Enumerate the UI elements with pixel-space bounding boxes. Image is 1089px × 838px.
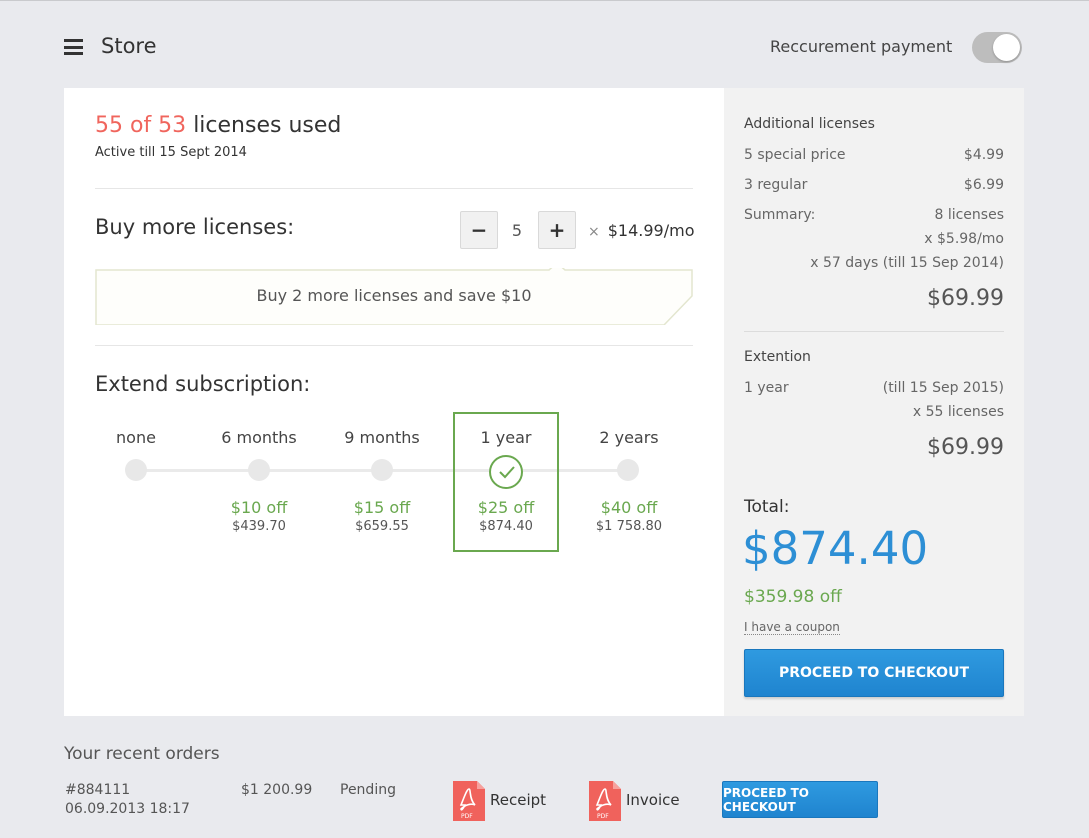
divider [95,345,693,346]
licenses-used-heading: 55 of 53 licenses used [95,113,341,138]
summary-days: x 57 days (till 15 Sep 2014) [810,255,1004,271]
summary-licenses: 8 licenses [934,207,1004,223]
pdf-tag: PDF [461,813,473,820]
summary-label: Summary: [744,207,816,223]
extension-total: $69.99 [927,435,1004,460]
proceed-to-checkout-button[interactable]: PROCEED TO CHECKOUT [744,649,1004,697]
extend-option-9-months[interactable]: 9 months [322,428,442,447]
regular-price-value: $6.99 [963,177,1004,193]
check-icon [489,455,523,489]
coupon-link[interactable]: I have a coupon [744,620,840,635]
special-price-label: 5 special price [744,147,846,163]
discount-1-year: $25 off [477,498,535,517]
extension-title: Extention [744,349,811,365]
total-discount: $359.98 off [744,587,842,607]
extend-option-6-months[interactable]: 6 months [199,428,319,447]
increment-button[interactable]: + [538,211,576,249]
pdf-icon[interactable]: PDF [589,781,621,821]
extension-licenses: x 55 licenses [912,404,1004,420]
unit-price-value: $14.99/mo [607,221,695,240]
page-title: Store [101,34,157,58]
extend-option-none[interactable]: none [76,428,196,447]
times-sign: × [588,224,600,240]
price-2-years: $1 758.80 [595,519,663,534]
recent-orders-title: Your recent orders [64,744,220,764]
price-9-months: $659.55 [355,519,409,534]
timeline-dot [125,459,147,481]
promo-callout: Buy 2 more licenses and save $10 [95,268,693,325]
licenses-used-count: 55 of 53 [95,113,187,138]
discount-9-months: $15 off [353,498,411,517]
receipt-link[interactable]: Receipt [490,791,546,809]
buy-more-title: Buy more licenses: [95,215,295,239]
timeline-dot [617,459,639,481]
invoice-link[interactable]: Invoice [626,791,680,809]
order-status: Pending [340,782,396,798]
special-price-value: $4.99 [963,147,1004,163]
order-checkout-button[interactable]: PROCEED TO CHECKOUT [722,781,878,818]
quantity-value: 5 [511,221,523,240]
recurrent-payment-label: Reccurement payment [770,37,953,56]
order-summary-panel: Additional licenses 5 special price $4.9… [724,88,1024,716]
pdf-tag: PDF [597,813,609,820]
extension-term: 1 year [744,380,789,396]
price-6-months: $439.70 [232,519,286,534]
extension-till: (till 15 Sep 2015) [882,380,1004,396]
extend-subscription-title: Extend subscription: [95,372,311,396]
summary-rate: x $5.98/mo [924,231,1004,247]
license-card: 55 of 53 licenses used Active till 15 Se… [64,88,724,716]
timeline-dot [248,459,270,481]
additional-licenses-title: Additional licenses [744,116,875,132]
toggle-knob [993,34,1020,61]
price-1-year: $874.40 [479,519,533,534]
additional-licenses-total: $69.99 [927,286,1004,311]
menu-icon[interactable] [64,39,83,55]
regular-price-label: 3 regular [744,177,808,193]
discount-6-months: $10 off [230,498,288,517]
total-label: Total: [744,497,790,517]
timeline-dot [371,459,393,481]
total-amount: $874.40 [742,522,929,575]
pdf-icon[interactable]: PDF [453,781,485,821]
order-date: 06.09.2013 18:17 [65,801,190,817]
order-amount: $1 200.99 [241,782,313,798]
divider [95,188,693,189]
licenses-used-suffix: licenses used [193,113,342,138]
extend-option-2-years[interactable]: 2 years [569,428,689,447]
promo-text: Buy 2 more licenses and save $10 [256,286,532,305]
discount-2-years: $40 off [600,498,658,517]
divider [744,331,1004,332]
active-till-text: Active till 15 Sept 2014 [95,145,247,160]
decrement-button[interactable]: − [460,211,498,249]
order-id: #884111 [65,782,131,798]
extend-option-1-year[interactable]: 1 year [446,428,566,447]
recurrent-payment-toggle[interactable] [972,32,1022,63]
unit-price: × $14.99/mo [588,221,694,240]
